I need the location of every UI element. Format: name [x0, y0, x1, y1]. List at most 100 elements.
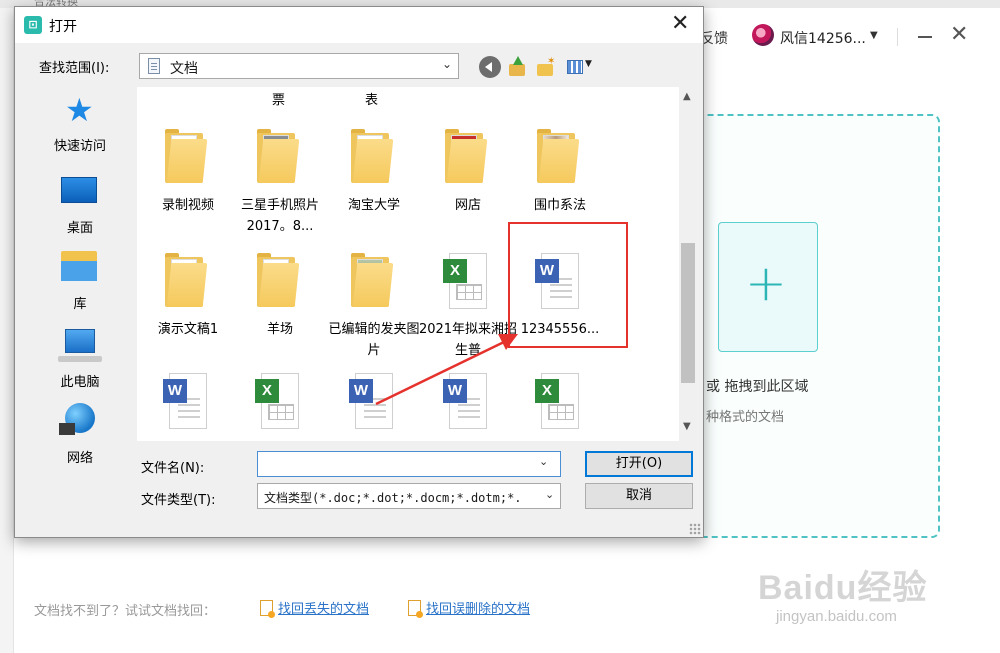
- excel-file-icon: X: [443, 253, 489, 311]
- documents-folder-icon: [148, 58, 160, 74]
- place-network[interactable]: 网络: [25, 403, 135, 473]
- place-library[interactable]: 库: [25, 249, 135, 319]
- dialog-close-button[interactable]: ✕: [671, 11, 689, 37]
- filetype-label: 文件类型(T):: [141, 493, 216, 508]
- file-name: 已编辑的发夹图片: [328, 322, 420, 358]
- computer-icon: [58, 329, 102, 362]
- partial-file-label: 表: [365, 93, 379, 108]
- file-name: 演示文稿1: [157, 322, 219, 337]
- file-item[interactable]: 录制视频: [141, 129, 235, 239]
- file-item[interactable]: 羊场: [233, 253, 327, 363]
- file-item[interactable]: 三星手机照片2017。8...: [233, 129, 327, 239]
- filename-label: 文件名(N):: [141, 461, 205, 476]
- chevron-down-icon[interactable]: ⌄: [442, 57, 452, 71]
- place-quick-access[interactable]: ★ 快速访问: [25, 91, 135, 161]
- recover-doc-icon: [408, 600, 423, 618]
- file-name: 围巾系法: [533, 198, 586, 213]
- file-item[interactable]: 淘宝大学: [327, 129, 421, 239]
- excel-file-icon: X: [255, 373, 301, 431]
- back-icon[interactable]: [479, 56, 501, 78]
- user-menu-caret-icon[interactable]: ▼: [870, 30, 878, 41]
- dialog-title: 打开: [49, 19, 77, 35]
- open-button[interactable]: 打开(O): [585, 451, 693, 477]
- recover-prompt: 文档找不到了？试试文档找回：: [34, 604, 217, 619]
- scroll-up-icon[interactable]: ▲: [683, 91, 691, 102]
- folder-icon: [351, 253, 395, 307]
- new-folder-icon[interactable]: ✶: [535, 56, 557, 78]
- scroll-down-icon[interactable]: ▼: [683, 421, 691, 432]
- resize-grip-icon[interactable]: [689, 523, 701, 535]
- plus-icon: +: [745, 254, 787, 312]
- network-icon: [59, 403, 95, 435]
- folder-icon: [445, 129, 489, 183]
- filename-history-dropdown-icon[interactable]: ⌄: [539, 455, 548, 468]
- lookin-dropdown[interactable]: 文档 ⌄: [139, 53, 459, 79]
- file-item[interactable]: X 2021年拟来湘招生普: [419, 253, 517, 363]
- lookin-label: 查找范围(I):: [39, 61, 110, 76]
- recover-deleted-link[interactable]: 找回误删除的文档: [408, 598, 531, 618]
- scrollbar-thumb[interactable]: [681, 243, 695, 383]
- folder-icon: [257, 253, 301, 307]
- app-header-right: 反馈 风信14256... ▼ ✕: [700, 22, 1000, 52]
- file-item[interactable]: X: [513, 373, 607, 441]
- minimize-button[interactable]: [918, 36, 932, 38]
- excel-file-icon: X: [535, 373, 581, 431]
- place-label: 网络: [66, 451, 93, 466]
- word-file-icon: W: [349, 373, 395, 431]
- app-close-button[interactable]: ✕: [950, 24, 968, 46]
- recover-deleted-label: 找回误删除的文档: [426, 602, 531, 617]
- partial-file-label: 票: [272, 93, 286, 108]
- recover-doc-icon: [260, 600, 275, 618]
- file-item[interactable]: 已编辑的发夹图片: [327, 253, 421, 363]
- folder-icon: [351, 129, 395, 183]
- feedback-link[interactable]: 反馈: [700, 28, 728, 48]
- username-label[interactable]: 风信14256...: [780, 28, 866, 48]
- place-label: 此电脑: [60, 375, 100, 390]
- file-name: 录制视频: [161, 198, 214, 213]
- folder-icon: [165, 253, 209, 307]
- app-left-strip: [0, 8, 14, 653]
- lookin-value: 文档: [170, 61, 198, 77]
- word-file-icon: W: [163, 373, 209, 431]
- place-this-pc[interactable]: 此电脑: [25, 327, 135, 397]
- file-name: 羊场: [266, 322, 293, 337]
- place-label: 库: [73, 297, 87, 312]
- recover-lost-link[interactable]: 找回丢失的文档: [260, 598, 370, 618]
- drop-zone-subtext: 种格式的文档: [706, 410, 785, 425]
- up-folder-icon[interactable]: [507, 56, 529, 78]
- file-name: 淘宝大学: [347, 198, 400, 213]
- filename-input[interactable]: [257, 451, 561, 477]
- places-bar: ★ 快速访问 桌面 库 此电脑 网络: [25, 91, 135, 531]
- baidu-watermark-url: jingyan.baidu.com: [776, 608, 897, 625]
- add-file-button[interactable]: +: [718, 222, 818, 352]
- file-name: 三星手机照片2017。8...: [240, 198, 319, 234]
- filetype-dropdown-icon[interactable]: ⌄: [545, 488, 554, 501]
- header-divider: [897, 28, 898, 46]
- file-item[interactable]: W: [421, 373, 515, 441]
- file-list-scrollbar[interactable]: ▲ ▼: [679, 87, 697, 441]
- cancel-button[interactable]: 取消: [585, 483, 693, 509]
- library-icon: [61, 251, 97, 281]
- file-name: 网店: [454, 198, 481, 213]
- folder-icon: [165, 129, 209, 183]
- word-file-icon: W: [443, 373, 489, 431]
- place-desktop[interactable]: 桌面: [25, 173, 135, 243]
- file-item[interactable]: X: [233, 373, 327, 441]
- file-item[interactable]: 网店: [421, 129, 515, 239]
- file-name: 2021年拟来湘招生普: [418, 322, 518, 358]
- user-avatar[interactable]: [752, 24, 774, 46]
- recover-lost-label: 找回丢失的文档: [278, 602, 370, 617]
- dialog-title-bar[interactable]: ⊡ 打开 ✕: [15, 7, 703, 43]
- highlight-box: [508, 222, 628, 348]
- dialog-app-icon: ⊡: [24, 16, 42, 34]
- filetype-select[interactable]: 文档类型(*.doc;*.dot;*.docm;*.dotm;*.: [257, 483, 561, 509]
- view-menu-icon[interactable]: ▼: [565, 56, 595, 78]
- star-icon: ★: [65, 91, 94, 129]
- baidu-watermark: Baidu经验: [758, 569, 928, 607]
- file-item[interactable]: 演示文稿1: [141, 253, 235, 363]
- file-item[interactable]: W: [327, 373, 421, 441]
- place-label: 快速访问: [53, 139, 106, 154]
- desktop-icon: [61, 177, 97, 203]
- drop-zone-text: 或 拖拽到此区域: [706, 379, 809, 395]
- file-item[interactable]: W: [141, 373, 235, 441]
